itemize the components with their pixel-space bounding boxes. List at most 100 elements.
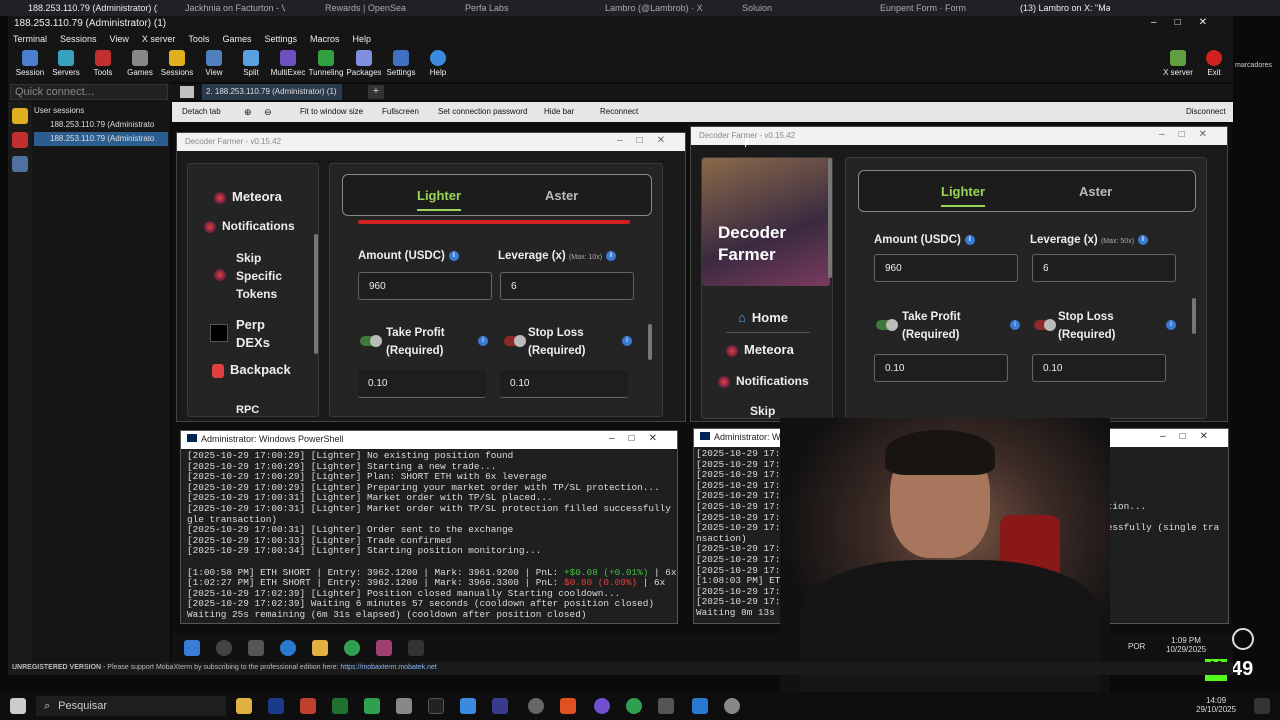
star-icon[interactable]: [12, 108, 28, 124]
windows-start-icon[interactable]: [10, 698, 26, 714]
app-icon[interactable]: [460, 698, 476, 714]
take-profit-toggle[interactable]: [876, 319, 898, 331]
nav-backpack[interactable]: Backpack: [212, 362, 291, 378]
amount-input[interactable]: 960: [358, 272, 492, 300]
tree-session-selected[interactable]: 188.253.110.79 (Administrato: [34, 132, 168, 146]
nav-meteora[interactable]: Meteora: [214, 189, 282, 204]
app-icon[interactable]: [300, 698, 316, 714]
menu-macros[interactable]: Macros: [310, 34, 340, 44]
fit-window-button[interactable]: Fit to window size: [300, 107, 363, 116]
folder-icon[interactable]: [312, 640, 328, 656]
info-icon[interactable]: i: [448, 250, 459, 261]
window-controls[interactable]: –□✕: [617, 135, 679, 146]
browser-tab[interactable]: (13) Lambro on X: "Ma: [1020, 3, 1110, 16]
info-icon[interactable]: i: [1138, 234, 1149, 245]
menu-view[interactable]: View: [110, 34, 129, 44]
tree-user-sessions[interactable]: User sessions: [34, 104, 168, 118]
info-icon[interactable]: i: [622, 336, 632, 346]
home-tab-icon[interactable]: [180, 86, 194, 98]
app-icon[interactable]: [528, 698, 544, 714]
menu-help[interactable]: Help: [353, 34, 372, 44]
nav-rpc[interactable]: RPC: [236, 404, 259, 416]
tab-lighter[interactable]: Lighter: [941, 184, 986, 207]
chrome-icon[interactable]: [626, 698, 642, 714]
epic-icon[interactable]: [428, 698, 444, 714]
window-controls[interactable]: –□✕: [609, 433, 671, 444]
nav-perp-dexs[interactable]: Perp DEXs: [210, 316, 270, 352]
tree-session[interactable]: 188.253.110.79 (Administrato: [34, 118, 168, 132]
app-icon[interactable]: [396, 698, 412, 714]
active-session-tab[interactable]: 2. 188.253.110.79 (Administrator) (1): [202, 84, 342, 100]
browser-tab[interactable]: 188.253.110.79 (Administrator) (1): [28, 3, 158, 16]
fullscreen-button[interactable]: Fullscreen: [382, 107, 419, 116]
menu-games[interactable]: Games: [222, 34, 251, 44]
stop-loss-input[interactable]: 0.10: [1032, 354, 1166, 382]
powershell-icon[interactable]: [408, 640, 424, 656]
info-icon[interactable]: i: [1010, 320, 1020, 330]
tab-aster[interactable]: Aster: [545, 188, 578, 203]
stop-loss-toggle[interactable]: [1034, 319, 1056, 331]
detach-tab-button[interactable]: Detach tab: [182, 107, 221, 116]
browser-tab[interactable]: Eunpent Form · Form: [880, 3, 980, 16]
app-icon[interactable]: [364, 698, 380, 714]
scrollbar[interactable]: [648, 324, 652, 360]
nav-skip-tokens[interactable]: Skip Specific Tokens: [214, 249, 282, 303]
menu-sessions[interactable]: Sessions: [60, 34, 97, 44]
scrollbar[interactable]: [828, 158, 832, 278]
tab-aster[interactable]: Aster: [1079, 184, 1112, 199]
quick-connect-input[interactable]: Quick connect...: [10, 84, 168, 100]
app-icon[interactable]: [724, 698, 740, 714]
tools-icon[interactable]: [12, 132, 28, 148]
window-controls[interactable]: –□✕: [1159, 129, 1221, 140]
nav-notifications[interactable]: Notifications: [204, 219, 295, 233]
clock[interactable]: 14:09 29/10/2025: [1196, 696, 1236, 714]
browser-tab[interactable]: Soluion: [742, 3, 812, 16]
menu-settings[interactable]: Settings: [264, 34, 297, 44]
windows-start-icon[interactable]: [184, 640, 200, 656]
app-icon[interactable]: [658, 698, 674, 714]
hide-bar-button[interactable]: Hide bar: [544, 107, 574, 116]
app-icon[interactable]: [376, 640, 392, 656]
amount-input[interactable]: 960: [874, 254, 1018, 282]
menu-xserver[interactable]: X server: [142, 34, 176, 44]
stop-loss-input[interactable]: 0.10: [500, 370, 628, 398]
window-controls[interactable]: –□✕: [1160, 431, 1222, 442]
folder-icon[interactable]: [236, 698, 252, 714]
app-icon[interactable]: [332, 698, 348, 714]
leverage-input[interactable]: 6: [1032, 254, 1176, 282]
reconnect-button[interactable]: Reconnect: [600, 107, 638, 116]
nav-meteora[interactable]: Meteora: [726, 342, 794, 357]
app-icon[interactable]: [692, 698, 708, 714]
browser-tab[interactable]: Perfa Labs: [465, 3, 535, 16]
take-profit-input[interactable]: 0.10: [358, 370, 486, 398]
tab-lighter[interactable]: Lighter: [417, 188, 462, 211]
app-icon[interactable]: [594, 698, 610, 714]
browser-tab[interactable]: Jackhnia on Facturton - Ve: [185, 3, 285, 16]
menu-tools[interactable]: Tools: [188, 34, 209, 44]
browser-tab[interactable]: Lambro (@Lambrob) · X: [605, 3, 715, 16]
nav-skip[interactable]: Skip: [750, 404, 775, 418]
take-profit-toggle[interactable]: [360, 335, 382, 347]
leverage-input[interactable]: 6: [500, 272, 634, 300]
send-icon[interactable]: [12, 156, 28, 172]
edge-icon[interactable]: [280, 640, 296, 656]
brave-icon[interactable]: [560, 698, 576, 714]
take-profit-input[interactable]: 0.10: [874, 354, 1008, 382]
clock[interactable]: 1:09 PM 10/29/2025: [1166, 636, 1206, 654]
stop-loss-toggle[interactable]: [504, 335, 526, 347]
photoshop-icon[interactable]: [268, 698, 284, 714]
chrome-icon[interactable]: [344, 640, 360, 656]
help-button[interactable]: Help: [416, 50, 460, 77]
info-icon[interactable]: i: [478, 336, 488, 346]
notifications-icon[interactable]: [1254, 698, 1270, 714]
info-icon[interactable]: i: [606, 250, 617, 261]
menu-terminal[interactable]: Terminal: [13, 34, 47, 44]
exit-button[interactable]: Exit: [1192, 50, 1236, 77]
scrollbar[interactable]: [1192, 298, 1196, 334]
zoom-in-icon[interactable]: ⊕: [244, 107, 252, 118]
disconnect-button[interactable]: Disconnect: [1186, 107, 1226, 116]
info-icon[interactable]: i: [964, 234, 975, 245]
app-icon[interactable]: [492, 698, 508, 714]
nav-home[interactable]: ⌂ Home: [738, 310, 788, 325]
nav-notifications[interactable]: Notifications: [718, 374, 809, 388]
